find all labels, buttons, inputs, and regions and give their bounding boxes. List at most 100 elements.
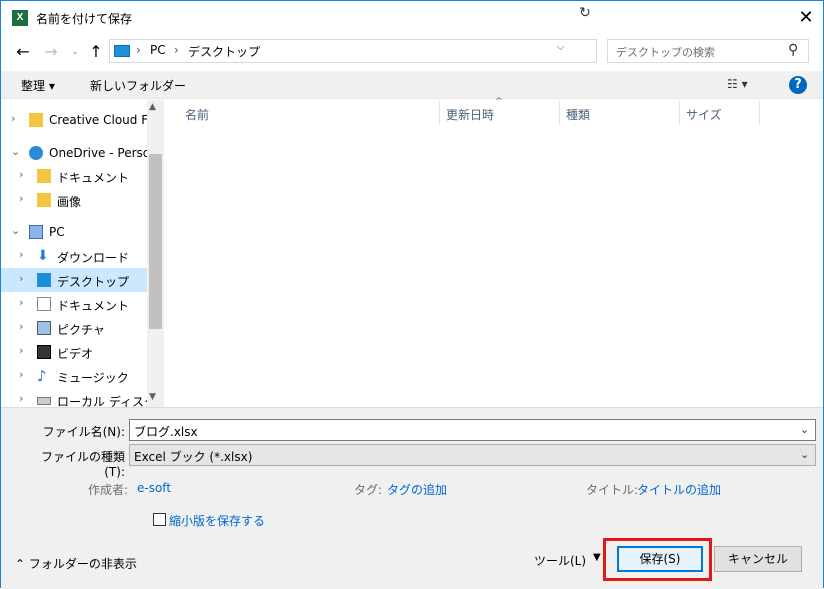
- nav-label: 画像: [57, 195, 82, 209]
- chevron-right-icon[interactable]: ›: [19, 320, 23, 333]
- nav-label: デスクトップ: [57, 275, 130, 289]
- chevron-down-icon[interactable]: ⌄: [11, 145, 20, 158]
- column-divider[interactable]: [679, 101, 680, 125]
- help-icon[interactable]: ?: [789, 76, 807, 94]
- chevron-right-icon[interactable]: ›: [19, 168, 23, 181]
- filetype-label: ファイルの種類(T):: [40, 450, 125, 479]
- excel-app-icon: X: [12, 10, 28, 26]
- nav-item-music[interactable]: › ♪ ミュージック: [1, 364, 147, 388]
- cancel-button[interactable]: キャンセル: [714, 546, 802, 572]
- chevron-right-icon[interactable]: ›: [19, 248, 23, 261]
- chevron-right-icon[interactable]: ›: [11, 112, 15, 125]
- recent-chevron-icon[interactable]: ⌄: [65, 41, 85, 63]
- add-tag-link[interactable]: タグの追加: [387, 481, 447, 498]
- refresh-icon[interactable]: ↻: [575, 4, 595, 22]
- filename-input[interactable]: ブログ.xlsx ⌄: [129, 419, 816, 441]
- sort-ascending-icon: ^: [495, 97, 503, 107]
- address-dropdown-icon[interactable]: ⌵: [557, 42, 565, 53]
- search-icon[interactable]: ⚲: [788, 42, 798, 58]
- save-as-dialog: X 名前を付けて保存 ✕ ← → ⌄ ↑ › PC › デスクトップ ⌵ ↻ デ…: [0, 0, 824, 589]
- nav-item-documents[interactable]: › ドキュメント: [1, 292, 147, 316]
- save-button[interactable]: 保存(S): [617, 546, 703, 572]
- up-arrow-icon[interactable]: ↑: [86, 41, 106, 63]
- drive-icon: [37, 397, 51, 405]
- forward-arrow-icon[interactable]: →: [41, 41, 61, 63]
- filetype-select[interactable]: Excel ブック (*.xlsx) ⌄: [129, 444, 816, 466]
- nav-item-desktop[interactable]: › デスクトップ: [1, 268, 147, 292]
- nav-item-pictures[interactable]: › ピクチャ: [1, 316, 147, 340]
- toolbar: 整理 ▾ 新しいフォルダー ☷ ▾ ?: [1, 71, 823, 99]
- folder-icon: [37, 193, 51, 207]
- scroll-up-icon[interactable]: ▲: [149, 102, 156, 112]
- nav-scrollbar-thumb[interactable]: [149, 154, 162, 329]
- nav-item-onedrive-pictures[interactable]: › 画像: [1, 188, 147, 212]
- close-button[interactable]: ✕: [793, 5, 819, 31]
- pc-icon: [29, 225, 43, 239]
- nav-item-onedrive-documents[interactable]: › ドキュメント: [1, 164, 147, 188]
- hide-folders-button[interactable]: ⌃ フォルダーの非表示: [15, 555, 137, 572]
- breadcrumb-desktop[interactable]: デスクトップ: [188, 43, 260, 60]
- column-name[interactable]: 名前: [185, 106, 209, 123]
- new-folder-button[interactable]: 新しいフォルダー: [90, 77, 186, 94]
- column-size[interactable]: サイズ: [686, 106, 722, 123]
- tag-label: タグ:: [354, 483, 383, 497]
- back-arrow-icon[interactable]: ←: [13, 41, 33, 63]
- column-divider[interactable]: [759, 101, 760, 125]
- pictures-icon: [37, 321, 51, 335]
- column-modified[interactable]: 更新日時: [446, 106, 494, 123]
- view-options-icon[interactable]: ☷ ▾: [727, 77, 748, 91]
- chevron-right-icon[interactable]: ›: [19, 392, 23, 405]
- chevron-right-icon[interactable]: ›: [19, 192, 23, 205]
- nav-label: Creative Cloud File: [49, 113, 162, 127]
- nav-item-videos[interactable]: › ビデオ: [1, 340, 147, 364]
- save-thumbnail-label[interactable]: 縮小版を保存する: [169, 512, 265, 529]
- author-value[interactable]: e-soft: [137, 481, 171, 495]
- breadcrumb-separator-icon[interactable]: ›: [174, 43, 179, 57]
- author-label: 作成者:: [88, 483, 129, 497]
- chevron-down-icon[interactable]: ⌄: [800, 448, 809, 461]
- breadcrumb-separator-icon[interactable]: ›: [136, 43, 141, 57]
- address-bar[interactable]: › PC › デスクトップ ⌵: [109, 39, 597, 63]
- file-list[interactable]: [167, 125, 823, 407]
- chevron-down-icon[interactable]: ⌄: [11, 224, 20, 237]
- search-placeholder: デスクトップの検索: [616, 46, 715, 59]
- nav-label: ダウンロード: [57, 251, 130, 265]
- hide-folders-label: フォルダーの非表示: [28, 557, 137, 571]
- chevron-right-icon[interactable]: ›: [19, 344, 23, 357]
- music-icon: ♪: [37, 367, 47, 385]
- column-divider[interactable]: [559, 101, 560, 125]
- pc-icon: [114, 45, 130, 57]
- save-thumbnail-checkbox[interactable]: [153, 513, 166, 526]
- tools-button[interactable]: ツール(L): [534, 552, 586, 569]
- column-divider[interactable]: [439, 101, 440, 125]
- title-bar: X 名前を付けて保存 ✕: [1, 1, 823, 35]
- chevron-down-icon[interactable]: ⌄: [800, 423, 809, 436]
- video-icon: [37, 345, 51, 359]
- nav-label: ピクチャ: [57, 323, 105, 337]
- nav-item-onedrive[interactable]: ⌄ OneDrive - Persona: [1, 141, 164, 165]
- nav-item-pc[interactable]: ⌄ PC: [1, 220, 147, 244]
- filetype-value: Excel ブック (*.xlsx): [134, 450, 253, 464]
- nav-label: ミュージック: [57, 371, 129, 385]
- chevron-right-icon[interactable]: ›: [19, 272, 23, 285]
- scroll-down-icon[interactable]: ▼: [149, 392, 156, 402]
- add-title-link[interactable]: タイトルの追加: [637, 481, 721, 498]
- nav-item-creative-cloud[interactable]: › Creative Cloud File: [1, 108, 161, 132]
- file-list-header: 名前 更新日時 ^ 種類 サイズ: [167, 97, 823, 125]
- nav-item-local-disk[interactable]: › ローカル ディスク (C:: [1, 388, 164, 407]
- title-label: タイトル:: [586, 483, 639, 497]
- nav-label: PC: [49, 225, 65, 239]
- tools-dropdown-icon[interactable]: ▼: [593, 552, 601, 563]
- desktop-icon: [37, 273, 51, 287]
- chevron-right-icon[interactable]: ›: [19, 368, 23, 381]
- organize-button[interactable]: 整理 ▾: [21, 77, 55, 94]
- nav-label: ドキュメント: [57, 299, 130, 313]
- column-type[interactable]: 種類: [566, 106, 590, 123]
- navigation-pane: › Creative Cloud File ⌄ OneDrive - Perso…: [1, 100, 164, 407]
- nav-item-downloads[interactable]: › ⬇ ダウンロード: [1, 244, 147, 268]
- breadcrumb-pc[interactable]: PC: [150, 43, 166, 57]
- folder-icon: [37, 169, 51, 183]
- search-input[interactable]: デスクトップの検索 ⚲: [607, 39, 809, 63]
- document-icon: [37, 297, 51, 311]
- chevron-right-icon[interactable]: ›: [19, 296, 23, 309]
